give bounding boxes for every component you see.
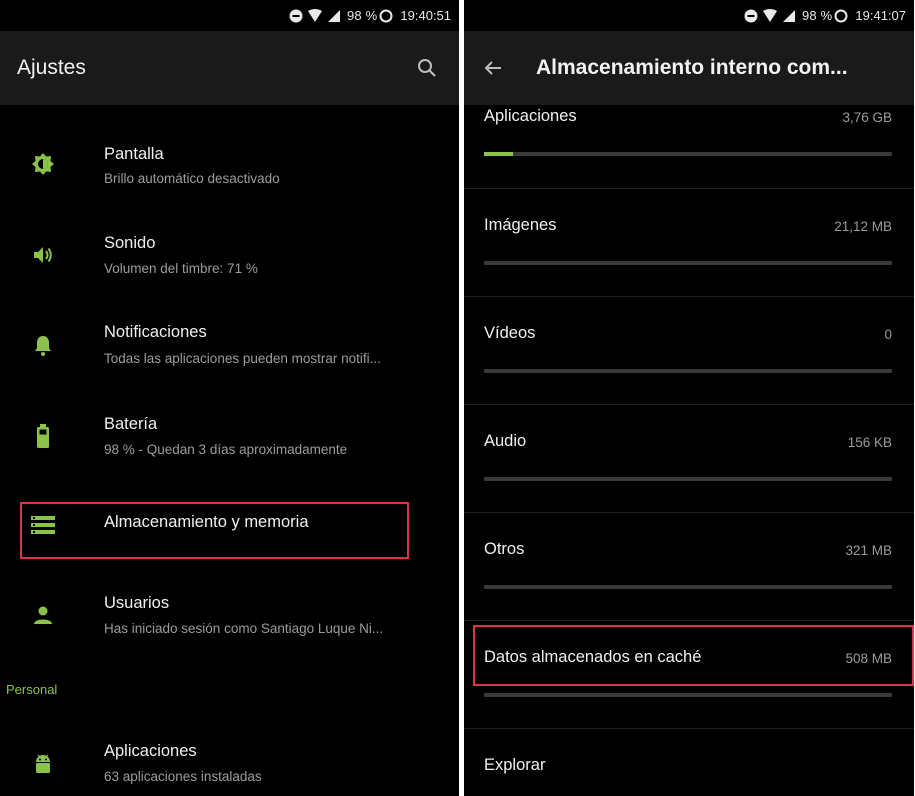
storage-row-value: 3,76 GB — [842, 110, 892, 125]
storage-icon — [30, 512, 56, 538]
settings-item-pantalla[interactable]: Pantalla Brillo automático desactivado — [0, 119, 459, 209]
wifi-icon — [307, 8, 322, 22]
back-arrow-icon — [484, 61, 501, 75]
settings-item-subtitle: 98 % - Quedan 3 días aproximadamente — [104, 442, 348, 457]
storage-row-value: 321 MB — [845, 543, 892, 558]
storage-row-label: Datos almacenados en caché — [484, 648, 702, 666]
storage-row-cache[interactable]: Datos almacenados en caché 508 MB — [464, 620, 914, 728]
explore-item[interactable]: Explorar — [484, 756, 545, 775]
storage-screen: 98 % 19:41:07 Almacenamiento interno com… — [464, 0, 914, 796]
settings-item-title: Pantalla — [104, 145, 164, 163]
storage-row-audio[interactable]: Audio 156 KB — [464, 404, 914, 512]
person-icon — [30, 602, 56, 628]
settings-item-title: Aplicaciones — [104, 742, 197, 760]
settings-item-subtitle: Has iniciado sesión como Santiago Luque … — [104, 621, 384, 636]
page-title: Almacenamiento interno com... — [536, 56, 848, 79]
settings-screen: 98 % 19:40:51 Ajustes Pantalla Brillo au… — [0, 0, 459, 796]
status-time: 19:41:07 — [855, 8, 906, 23]
storage-row-aplicaciones[interactable]: Aplicaciones 3,76 GB — [464, 80, 914, 188]
status-time: 19:40:51 — [400, 8, 451, 23]
page-title: Ajustes — [17, 56, 86, 79]
do-not-disturb-icon — [744, 9, 758, 22]
storage-row-value: 508 MB — [845, 651, 892, 666]
battery-percent: 98 % — [346, 8, 378, 23]
storage-row-value: 156 KB — [847, 435, 892, 450]
settings-item-notificaciones[interactable]: Notificaciones Todas las aplicaciones pu… — [0, 300, 459, 390]
back-button[interactable] — [484, 60, 502, 76]
battery-ring-icon — [834, 9, 848, 22]
storage-usage-bar — [484, 585, 892, 589]
settings-item-bateria[interactable]: Batería 98 % - Quedan 3 días aproximadam… — [0, 391, 459, 481]
section-label-personal: Personal — [6, 682, 58, 697]
storage-usage-bar — [484, 477, 892, 481]
storage-row-label: Vídeos — [484, 324, 536, 342]
storage-row-value: 0 — [884, 327, 892, 342]
volume-icon — [30, 242, 56, 268]
settings-item-title: Sonido — [104, 234, 156, 252]
storage-row-label: Aplicaciones — [484, 107, 577, 125]
search-icon — [418, 59, 436, 77]
signal-icon — [782, 9, 795, 22]
storage-row-imagenes[interactable]: Imágenes 21,12 MB — [464, 188, 914, 296]
settings-item-title: Batería — [104, 415, 158, 433]
settings-item-subtitle: Todas las aplicaciones pueden mostrar no… — [104, 351, 381, 366]
settings-item-sonido[interactable]: Sonido Volumen del timbre: 71 % — [0, 210, 459, 300]
divider — [464, 728, 914, 729]
storage-row-otros[interactable]: Otros 321 MB — [464, 512, 914, 620]
status-bar: 98 % 19:40:51 — [0, 0, 459, 31]
storage-row-videos[interactable]: Vídeos 0 — [464, 296, 914, 404]
search-button[interactable] — [417, 58, 437, 83]
settings-item-title: Almacenamiento y memoria — [104, 513, 309, 531]
storage-row-value: 21,12 MB — [834, 219, 892, 234]
settings-item-usuarios[interactable]: Usuarios Has iniciado sesión como Santia… — [0, 570, 459, 660]
settings-item-title: Notificaciones — [104, 323, 207, 341]
battery-ring-icon — [379, 9, 393, 22]
app-bar: Ajustes — [0, 31, 459, 105]
settings-item-subtitle: Volumen del timbre: 71 % — [104, 261, 258, 276]
brightness-icon — [30, 151, 56, 177]
battery-percent: 98 % — [801, 8, 833, 23]
storage-usage-bar — [484, 369, 892, 373]
battery-icon — [30, 423, 56, 449]
status-bar: 98 % 19:41:07 — [464, 0, 914, 31]
settings-item-subtitle: 63 aplicaciones instaladas — [104, 769, 262, 784]
storage-usage-bar — [484, 152, 892, 156]
storage-usage-fill — [484, 152, 513, 156]
android-icon — [30, 751, 56, 777]
settings-item-aplicaciones[interactable]: Aplicaciones 63 aplicaciones instaladas — [0, 718, 459, 796]
storage-usage-bar — [484, 693, 892, 697]
settings-item-title: Usuarios — [104, 594, 170, 612]
wifi-icon — [762, 8, 777, 22]
settings-item-almacenamiento[interactable]: Almacenamiento y memoria — [0, 480, 459, 570]
storage-row-label: Audio — [484, 432, 527, 450]
settings-item-subtitle: Brillo automático desactivado — [104, 171, 280, 186]
signal-icon — [327, 9, 340, 22]
bell-icon — [30, 332, 56, 358]
storage-usage-bar — [484, 261, 892, 265]
do-not-disturb-icon — [289, 9, 303, 22]
storage-row-label: Imágenes — [484, 216, 557, 234]
storage-row-label: Otros — [484, 540, 525, 558]
